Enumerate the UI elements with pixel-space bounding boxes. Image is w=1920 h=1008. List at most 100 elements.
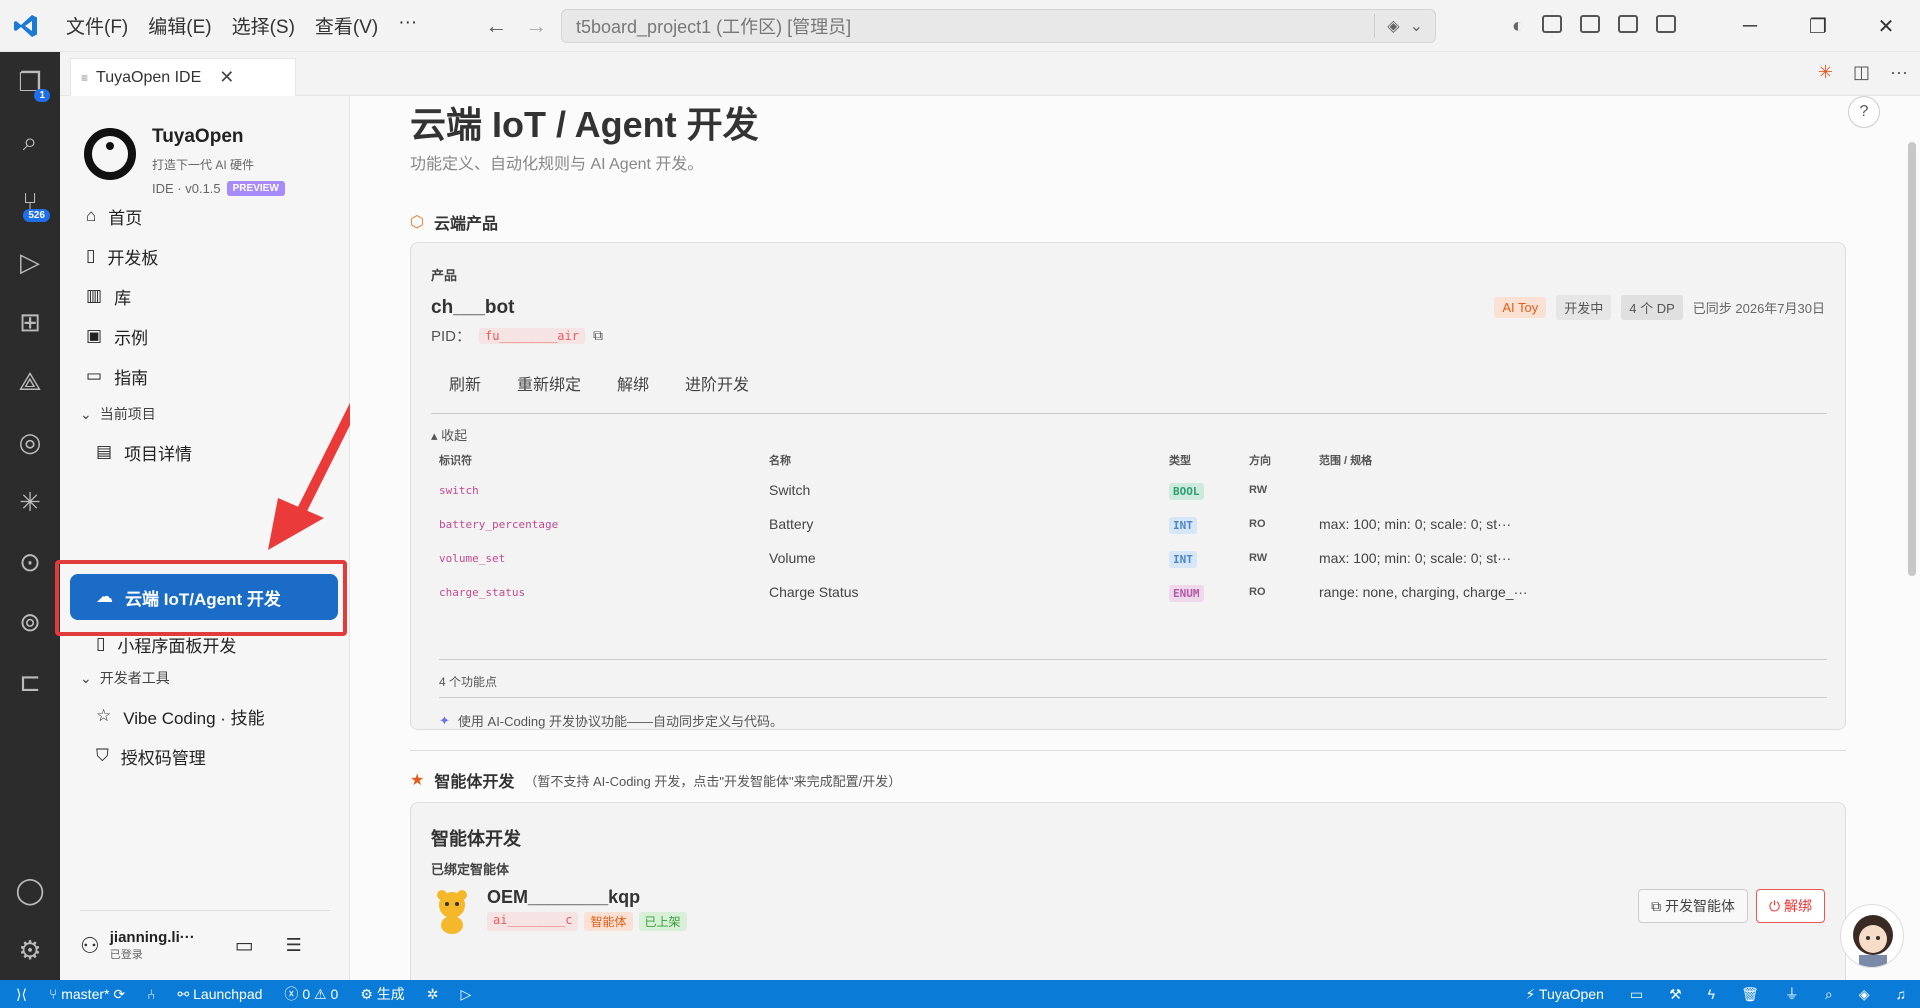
notifications-bell-icon[interactable]: ♫	[1896, 986, 1907, 1002]
external-link-icon: ⧉	[1651, 898, 1666, 914]
agent-item: OEM________kqp ai________c 智能体 已上架	[431, 887, 687, 935]
product-actions: 刷新 重新绑定 解绑 进阶开发	[431, 365, 767, 401]
tab-tuyaopen-ide[interactable]: ≡ TuyaOpen IDE ✕	[70, 58, 296, 96]
sidebar-item-mini-program[interactable]: ▯ 小程序面板开发	[60, 624, 350, 664]
explorer-icon[interactable]: ❐ 1	[0, 52, 60, 112]
git-graph-icon[interactable]: ⑃	[147, 986, 155, 1002]
command-center-search[interactable]: t5board_project1 (工作区) [管理员] ◈ ⌄	[561, 9, 1436, 43]
customize-layout-icon[interactable]	[1580, 14, 1600, 33]
dp-range	[1319, 473, 1829, 507]
page-subtitle: 功能定义、自动化规则与 AI Agent 开发。	[410, 156, 704, 173]
close-icon[interactable]: ✕	[219, 67, 234, 88]
ai-toolkit-icon[interactable]: ⟁	[0, 352, 60, 412]
table-row[interactable]: switch Switch BOOL RW	[439, 473, 1829, 507]
dp-name: Battery	[769, 516, 814, 532]
plug-icon[interactable]: ⏚	[1785, 984, 1799, 1004]
menu-edit[interactable]: 编辑(E)	[140, 6, 219, 45]
develop-agent-button[interactable]: ⧉ 开发智能体	[1638, 889, 1749, 923]
table-row[interactable]: charge_status Charge Status ENUM RO rang…	[439, 575, 1829, 609]
group-label: 当前项目	[99, 406, 156, 422]
menu-more[interactable]: ···	[390, 6, 425, 45]
terminal-icon[interactable]: ▭	[1630, 986, 1643, 1003]
vscode-logo-icon	[0, 0, 52, 52]
remote-indicator-icon[interactable]: ⟩⟨	[16, 986, 27, 1003]
table-row[interactable]: volume_set Volume INT RW max: 100; min: …	[439, 541, 1829, 575]
sidebar-item-boards[interactable]: ▯ 开发板	[60, 236, 350, 276]
git-graph-icon[interactable]: ⊙	[0, 532, 60, 592]
sidebar-item-home[interactable]: ⌂ 首页	[60, 196, 350, 236]
trash-icon[interactable]: 🗑	[1741, 986, 1759, 1003]
flash-icon[interactable]: ϟ	[1708, 986, 1715, 1002]
split-editor-icon[interactable]: ◫	[1853, 62, 1870, 83]
settings-gear-icon[interactable]: ⚙	[0, 920, 60, 980]
col-range: 范围 / 规格	[1319, 455, 1373, 467]
product-card: 产品 ch___bot PID： fu________air ⧉ AI Toy …	[410, 242, 1846, 730]
menu-view[interactable]: 查看(V)	[307, 6, 386, 45]
toggle-secondary-sidebar-icon[interactable]	[1656, 14, 1676, 33]
problems-item[interactable]: ⓧ 0 ⚠ 0	[284, 984, 338, 1004]
account-icon[interactable]: ◯	[0, 860, 60, 920]
accounts-shield-icon[interactable]: ◐	[1512, 15, 1524, 38]
tuyaopen-icon[interactable]: ◎	[0, 412, 60, 472]
tag-dp-count: 4 个 DP	[1621, 295, 1683, 320]
collapse-toggle[interactable]: ▴ 收起	[431, 425, 467, 444]
brand-subtitle: 打造下一代 AI 硬件	[152, 158, 255, 172]
remote-icon[interactable]: ⊚	[0, 592, 60, 652]
sidebar-item-label: 开发板	[107, 248, 159, 268]
copilot-status-icon[interactable]: ◈	[1859, 986, 1870, 1003]
tuyaopen-status[interactable]: ⚡ TuyaOpen	[1526, 986, 1604, 1003]
toggle-sidebar-icon[interactable]	[1542, 14, 1562, 33]
close-button[interactable]: ✕	[1852, 0, 1920, 52]
back-arrow-icon[interactable]: ←	[485, 13, 507, 39]
minimize-button[interactable]: ─	[1716, 0, 1784, 52]
debug-icon[interactable]: ✲	[427, 986, 439, 1003]
sidebar-item-label: Vibe Coding · 技能	[123, 708, 265, 728]
copy-icon[interactable]: ⧉	[593, 327, 603, 344]
sidebar-item-examples[interactable]: ▣ 示例	[60, 316, 350, 356]
restore-button[interactable]: ❐	[1784, 0, 1852, 52]
sidebar-item-library[interactable]: ▥ 库	[60, 276, 350, 316]
sidebar-item-vibe-coding[interactable]: ☆ Vibe Coding · 技能	[60, 696, 350, 736]
feedback-icon[interactable]: ▭	[235, 933, 254, 958]
tools-icon[interactable]: ⚒	[1669, 986, 1682, 1003]
user-account[interactable]: ⚇ jianning.li··· 已登录 ▭ ☰	[80, 910, 330, 962]
menu-file[interactable]: 文件(F)	[58, 6, 136, 45]
source-control-icon[interactable]: ⑂ 526	[0, 172, 60, 232]
menu-bar: 文件(F) 编辑(E) 选择(S) 查看(V) ···	[58, 6, 425, 45]
group-current-project[interactable]: ⌄ 当前项目	[80, 404, 156, 424]
git-branch[interactable]: ⑂ master* ⟳	[49, 986, 125, 1003]
advanced-dev-button[interactable]: 进阶开发	[667, 365, 767, 401]
sidebar-item-license[interactable]: ⛉ 授权码管理	[60, 736, 350, 776]
launchpad-item[interactable]: ⚯ Launchpad	[178, 986, 263, 1003]
brand-name: TuyaOpen	[152, 126, 244, 147]
unbind-agent-button[interactable]: ⏻ 解绑	[1756, 889, 1825, 923]
sparkle-icon[interactable]: ✳	[0, 472, 60, 532]
run-icon[interactable]: ▷	[460, 986, 471, 1003]
zoom-icon[interactable]: ⌕	[1825, 986, 1833, 1003]
more-actions-icon[interactable]: ···	[1890, 62, 1908, 83]
dp-type: BOOL	[1169, 473, 1249, 507]
assistant-avatar-button[interactable]	[1840, 904, 1904, 968]
group-dev-tools[interactable]: ⌄ 开发者工具	[80, 668, 170, 688]
run-debug-icon[interactable]: ▷	[0, 232, 60, 292]
refresh-button[interactable]: 刷新	[431, 365, 499, 401]
sparkle-icon[interactable]: ✳	[1818, 62, 1833, 83]
pid-row: PID： fu________air ⧉	[431, 325, 603, 346]
toggle-panel-icon[interactable]	[1618, 14, 1638, 33]
forward-arrow-icon[interactable]: →	[525, 13, 547, 39]
extensions-icon[interactable]: ⊞	[0, 292, 60, 352]
unbind-button[interactable]: 解绑	[599, 365, 667, 401]
star-icon: ☆	[96, 706, 112, 725]
rebind-button[interactable]: 重新绑定	[499, 365, 599, 401]
search-icon[interactable]: ⌕	[0, 112, 60, 172]
sidebar-item-guide[interactable]: ▭ 指南	[60, 356, 350, 396]
menu-selection[interactable]: 选择(S)	[224, 6, 303, 45]
copilot-button[interactable]: ◈ ⌄	[1374, 14, 1423, 38]
scrollbar-thumb[interactable]	[1908, 142, 1916, 576]
settings-sliders-icon[interactable]: ☰	[286, 935, 302, 956]
annotation-arrow	[268, 400, 360, 550]
bookmark-icon[interactable]: ⊏	[0, 652, 60, 712]
table-row[interactable]: battery_percentage Battery INT RO max: 1…	[439, 507, 1829, 541]
build-item[interactable]: ⚙ 生成	[360, 984, 404, 1004]
help-button[interactable]: ?	[1848, 96, 1880, 128]
